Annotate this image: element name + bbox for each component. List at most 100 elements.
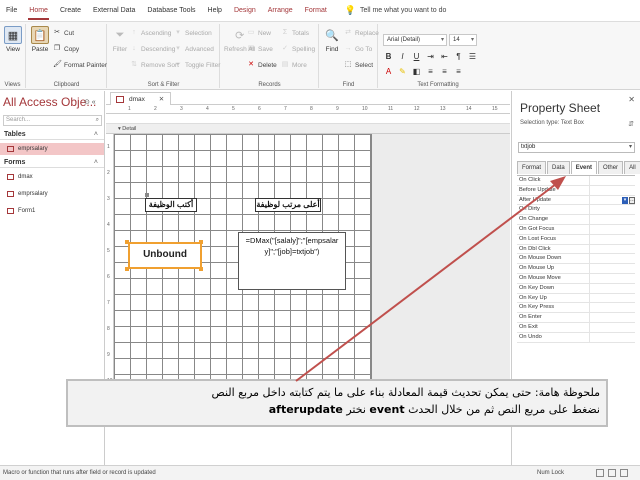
tab-help[interactable]: Help [208, 7, 222, 14]
filter-button[interactable]: ⏷ Filter [111, 26, 129, 54]
builder-icon[interactable]: … [629, 196, 635, 204]
form-view-icon[interactable] [596, 469, 604, 477]
property-value[interactable] [590, 274, 635, 283]
tab-design[interactable]: Design [234, 7, 256, 14]
property-row[interactable]: On Enter [517, 313, 635, 323]
new-record-button[interactable]: ▭ New [247, 29, 271, 37]
tab-external-data[interactable]: External Data [93, 7, 135, 14]
tab-file[interactable]: File [6, 7, 17, 14]
resize-handle[interactable] [125, 240, 129, 244]
resize-handle[interactable] [199, 267, 203, 271]
property-value[interactable] [590, 235, 635, 244]
ascending-button[interactable]: ↑ Ascending [130, 29, 171, 37]
cut-button[interactable]: ✂ Cut [53, 29, 74, 37]
property-row[interactable]: On Click [517, 176, 635, 186]
nav-pane-title[interactable]: All Access Obje... [3, 95, 96, 109]
resize-handle[interactable] [199, 240, 203, 244]
bullets-icon[interactable]: ☰ [467, 51, 478, 62]
nav-item-table-emprsalary[interactable]: emprsalary [0, 143, 104, 155]
property-value[interactable] [590, 215, 635, 224]
property-value[interactable] [590, 323, 635, 332]
select-button[interactable]: ⬚ Select [344, 61, 373, 69]
tell-me-box[interactable]: 💡 Tell me what you want to do [345, 5, 447, 16]
job-label[interactable]: أكتب الوظيفة [145, 198, 197, 212]
prop-tab-all[interactable]: All [624, 161, 640, 174]
fill-color-icon[interactable]: ◧ [411, 66, 422, 77]
indent-icon[interactable]: ⇥ [425, 51, 436, 62]
prop-tab-other[interactable]: Other [598, 161, 624, 174]
prop-tab-event[interactable]: Event [570, 161, 598, 174]
dmax-formula-textbox[interactable]: =DMax("[salaly]";"[empsalary]";"[job]=tx… [238, 232, 346, 290]
move-handle[interactable] [145, 193, 149, 197]
nav-item-form-emprsalary[interactable]: emprsalary [0, 188, 104, 200]
layout-view-icon[interactable] [608, 469, 616, 477]
property-row[interactable]: On Dbl Click [517, 244, 635, 255]
property-row[interactable]: On Change [517, 215, 635, 225]
design-view-icon[interactable] [620, 469, 628, 477]
detail-section-bar[interactable]: ▾ Detail [106, 124, 510, 134]
font-name-select[interactable]: Arial (Detail) [383, 34, 447, 46]
advanced-button[interactable]: ▾ Advanced [174, 45, 214, 53]
goto-button[interactable]: → Go To [344, 45, 373, 53]
property-value[interactable] [590, 303, 635, 312]
find-button[interactable]: 🔍 Find [323, 26, 341, 54]
more-button[interactable]: ▤ More [281, 61, 307, 69]
property-value[interactable] [590, 313, 635, 322]
align-center-icon[interactable]: ≡ [439, 66, 450, 77]
outdent-icon[interactable]: ⇤ [439, 51, 450, 62]
max-salary-label[interactable]: أعلى مرتب لوظيفة [255, 198, 321, 212]
property-value[interactable] [590, 264, 635, 273]
nav-pane-controls[interactable]: ⊙ « [84, 98, 96, 106]
format-painter-button[interactable]: 🖌 Format Painter [53, 61, 107, 69]
property-value[interactable] [590, 254, 635, 263]
totals-button[interactable]: Σ Totals [281, 29, 309, 37]
underline-icon[interactable]: U [411, 51, 422, 62]
property-row[interactable]: On Mouse Up [517, 264, 635, 274]
property-value[interactable] [590, 186, 635, 195]
view-button[interactable]: ▦ View [4, 26, 22, 53]
property-row[interactable]: On Dirty [517, 205, 635, 216]
tab-create[interactable]: Create [60, 7, 81, 14]
nav-item-form-dmax[interactable]: dmax [0, 171, 104, 183]
object-select[interactable]: txtjob [518, 142, 635, 153]
save-record-button[interactable]: ▣ Save [247, 45, 273, 53]
italic-icon[interactable]: I [397, 51, 408, 62]
property-value[interactable] [590, 205, 635, 214]
spelling-button[interactable]: ✓ Spelling [281, 45, 315, 53]
close-icon[interactable]: ✕ [159, 96, 164, 103]
delete-record-button[interactable]: ✕ Delete [247, 61, 277, 69]
nav-section-tables[interactable]: Tables ˄ [0, 129, 104, 140]
document-tab-dmax[interactable]: dmax ✕ [110, 92, 172, 105]
property-row[interactable]: On Mouse Down [517, 254, 635, 265]
tab-arrange[interactable]: Arrange [268, 7, 293, 14]
font-color-icon[interactable]: A [383, 66, 394, 77]
sort-icon[interactable]: ⇵ [628, 120, 634, 128]
txtjob-textbox[interactable]: Unbound [128, 242, 202, 269]
align-left-icon[interactable]: ≡ [425, 66, 436, 77]
bold-icon[interactable]: B [383, 51, 394, 62]
tab-format[interactable]: Format [305, 7, 327, 14]
property-row[interactable]: On Key Down [517, 283, 635, 294]
align-right-icon[interactable]: ≡ [453, 66, 464, 77]
property-row[interactable]: On Got Focus [517, 224, 635, 235]
font-size-select[interactable]: 14 [449, 34, 477, 46]
remove-sort-button[interactable]: ⇅ Remove Sort [130, 61, 179, 69]
property-row[interactable]: On Key Up [517, 293, 635, 304]
nav-item-form-form1[interactable]: Form1 [0, 205, 104, 217]
toggle-filter-button[interactable]: ⏷ Toggle Filter [174, 61, 220, 69]
paragraph-icon[interactable]: ¶ [453, 51, 464, 62]
property-row[interactable]: On Lost Focus [517, 234, 635, 245]
prop-tab-data[interactable]: Data [547, 161, 570, 174]
property-value[interactable] [590, 284, 635, 293]
property-row[interactable]: On Undo [517, 332, 635, 343]
property-value[interactable] [590, 294, 635, 303]
property-value[interactable]: ▾… [590, 195, 635, 205]
tab-home[interactable]: Home [28, 7, 49, 20]
tab-database-tools[interactable]: Database Tools [147, 7, 195, 14]
prop-tab-format[interactable]: Format [517, 161, 547, 174]
property-value[interactable] [590, 245, 635, 254]
property-row[interactable]: On Mouse Move [517, 273, 635, 284]
property-value[interactable] [590, 176, 635, 185]
replace-button[interactable]: ⇄ Replace [344, 29, 379, 37]
descending-button[interactable]: ↓ Descending [130, 45, 175, 53]
